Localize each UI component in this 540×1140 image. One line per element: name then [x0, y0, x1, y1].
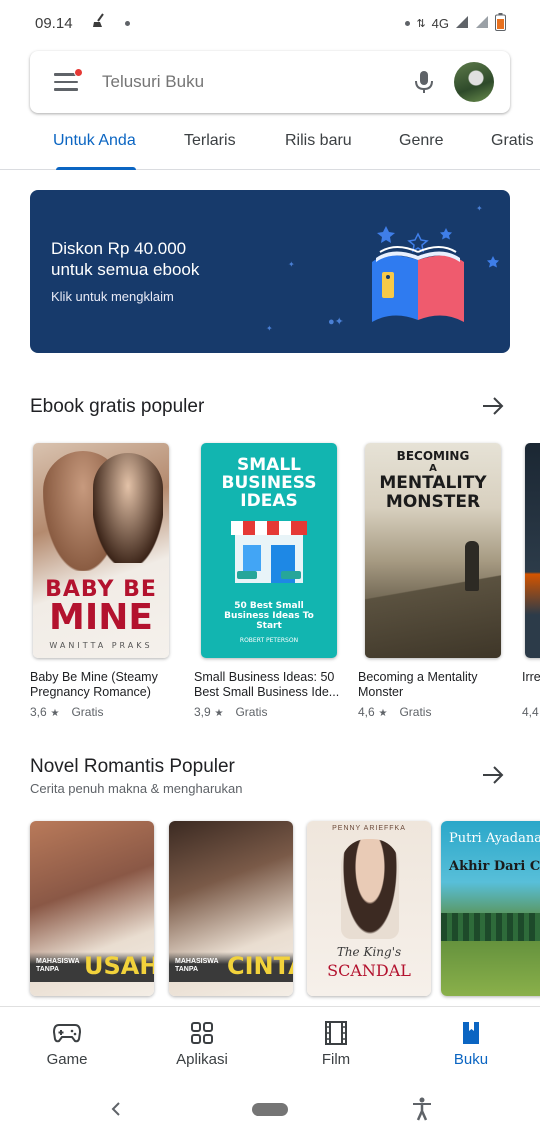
- book-cover-kings-scandal[interactable]: PENNY ARIEFFKA The King's SCANDAL: [307, 821, 431, 996]
- book-title: Becoming a Mentality Monster: [358, 670, 478, 699]
- search-bar: [30, 51, 510, 113]
- signal-icon: [455, 15, 469, 32]
- star-icon: ★: [375, 708, 388, 719]
- microphone-icon: [415, 71, 433, 93]
- nav-game[interactable]: Game: [27, 1019, 107, 1068]
- menu-button[interactable]: [30, 51, 102, 113]
- book-title: Small Business Ideas: 50 Best Small Busi…: [194, 670, 340, 699]
- book-icon: [431, 1019, 511, 1047]
- gamepad-icon: [27, 1019, 107, 1047]
- active-tab-indicator: [56, 167, 136, 170]
- status-time: 09.14: [35, 14, 73, 32]
- sparkle-icon: ●✦: [328, 316, 344, 328]
- notification-dot-icon: [124, 20, 130, 26]
- arrow-right-icon: [483, 766, 504, 784]
- status-bar: 09.14 ⇅ 4G: [0, 0, 540, 46]
- tab-rilis-baru[interactable]: Rilis baru: [285, 132, 352, 150]
- book-price: Gratis: [235, 705, 268, 719]
- voice-search-button[interactable]: [394, 51, 454, 113]
- nav-aplikasi[interactable]: Aplikasi: [162, 1019, 242, 1068]
- tab-genre[interactable]: Genre: [399, 132, 443, 150]
- star-icon: ★: [211, 708, 224, 719]
- book-rating: 3,6: [30, 705, 47, 719]
- broom-icon: [91, 13, 107, 33]
- signal-icon: [475, 15, 489, 32]
- promo-title-line2: untuk semua ebook: [51, 260, 200, 279]
- book-rating: 3,9: [194, 705, 211, 719]
- film-icon: [296, 1019, 376, 1047]
- section-more-button[interactable]: [480, 393, 506, 419]
- book-price: Gratis: [399, 705, 432, 719]
- nav-buku[interactable]: Buku: [431, 1019, 511, 1068]
- arrow-right-icon: [483, 397, 504, 415]
- nav-film[interactable]: Film: [296, 1019, 376, 1068]
- book-cover: SMALL BUSINESS IDEAS 50 Best Small Busin…: [201, 443, 337, 658]
- book-rating: 4,4: [522, 705, 539, 719]
- tab-untuk-anda[interactable]: Untuk Anda: [53, 132, 136, 150]
- hamburger-icon: [54, 73, 78, 91]
- notification-dot-icon: [405, 20, 411, 26]
- accessibility-icon[interactable]: [410, 1096, 434, 1127]
- star-icon: ★: [47, 708, 60, 719]
- bottom-navigation: Game Aplikasi Film Buku: [0, 1006, 540, 1086]
- section-title-free-ebooks: Ebook gratis populer: [30, 396, 205, 417]
- system-navigation-bar: [0, 1086, 540, 1140]
- category-tabs: Untuk Anda Terlaris Rilis baru Genre Gra…: [0, 118, 540, 170]
- section-more-button[interactable]: [480, 762, 506, 788]
- home-pill[interactable]: [252, 1103, 288, 1116]
- book-cover-mahasiswa-cinta[interactable]: MAHASISWA TANPA CINTA: [169, 821, 293, 996]
- book-cover: BECOMING A MENTALITY MONSTER: [365, 443, 501, 658]
- book-title: Irre: [522, 670, 540, 684]
- section-title-romance: Novel Romantis Populer: [30, 756, 235, 777]
- book-card[interactable]: BABY BE MINE WANITTA PRAKS Baby Be Mine …: [30, 443, 176, 719]
- promo-subtitle: Klik untuk mengklaim: [51, 289, 174, 304]
- book-cover: [525, 443, 540, 658]
- book-cover-mahasiswa-usaha[interactable]: MAHASISWA TANPA USAHA: [30, 821, 154, 996]
- battery-icon: [495, 12, 506, 34]
- book-title: Baby Be Mine (Steamy Pregnancy Romance): [30, 670, 158, 699]
- book-card[interactable]: SMALL BUSINESS IDEAS 50 Best Small Busin…: [194, 443, 340, 719]
- shop-illustration-icon: [231, 521, 307, 583]
- section-subtitle-romance: Cerita penuh makna & mengharukan: [30, 781, 243, 796]
- tab-terlaris[interactable]: Terlaris: [184, 132, 236, 150]
- book-cover-akhir-dari-cinta[interactable]: Putri Ayadana Akhir Dari Cinta: [441, 821, 540, 996]
- book-card[interactable]: BECOMING A MENTALITY MONSTER Becoming a …: [358, 443, 504, 719]
- sparkle-icon: ✦: [266, 324, 273, 333]
- tab-gratis[interactable]: Gratis: [491, 132, 534, 150]
- book-rating: 4,6: [358, 705, 375, 719]
- notification-badge: [74, 68, 83, 77]
- back-icon[interactable]: [108, 1100, 124, 1123]
- signal-arrows-icon: ⇅: [416, 17, 426, 30]
- book-card[interactable]: Irre 4,4: [522, 443, 540, 719]
- search-input[interactable]: [102, 72, 394, 92]
- apps-grid-icon: [162, 1019, 242, 1047]
- sparkle-icon: ✦: [288, 260, 295, 269]
- open-book-illustration-icon: [372, 226, 499, 322]
- network-type: 4G: [431, 15, 449, 31]
- promo-banner[interactable]: Diskon Rp 40.000 untuk semua ebook Klik …: [30, 190, 510, 353]
- sparkle-icon: ✦: [476, 204, 483, 213]
- account-avatar[interactable]: [454, 62, 494, 102]
- book-cover: BABY BE MINE WANITTA PRAKS: [33, 443, 169, 658]
- book-price: Gratis: [71, 705, 104, 719]
- promo-title-line1: Diskon Rp 40.000: [51, 239, 187, 258]
